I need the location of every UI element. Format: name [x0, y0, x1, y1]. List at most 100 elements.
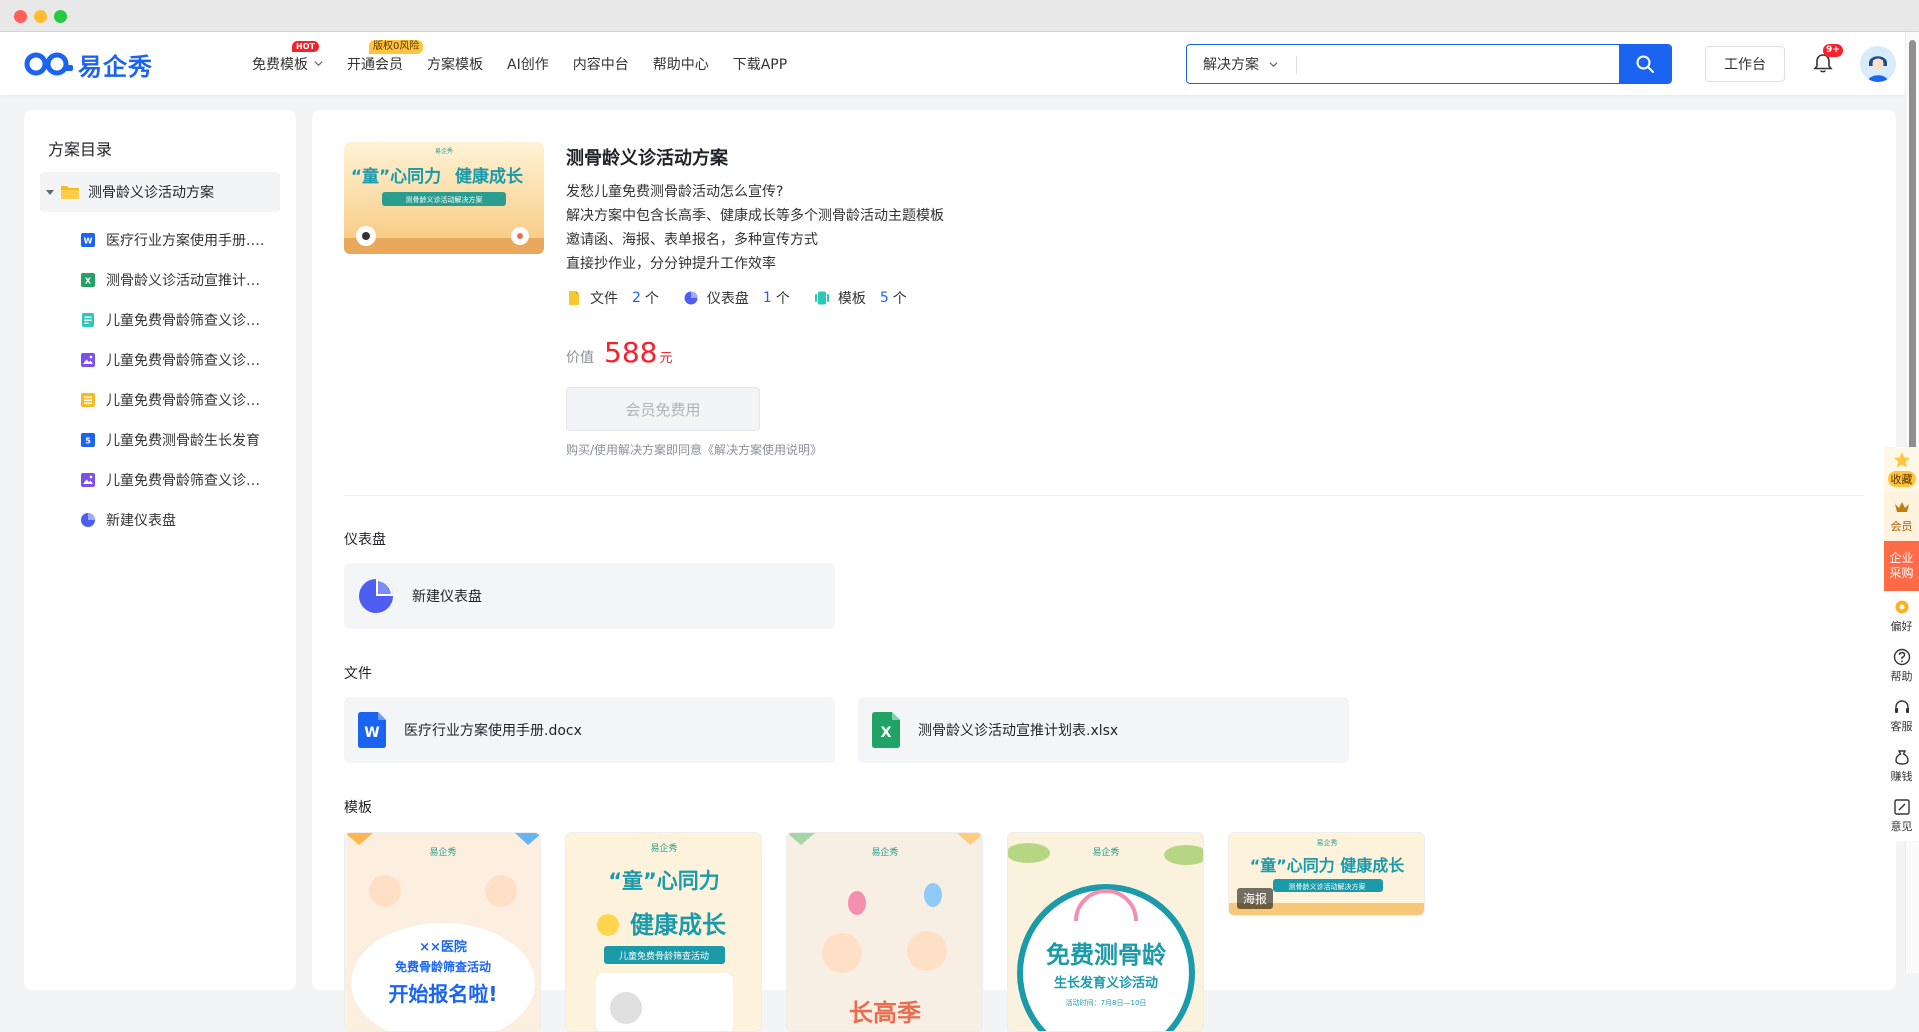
directory-item[interactable]: 儿童免费骨龄筛查义诊活动 — [80, 300, 280, 340]
solution-stats: 文件 2 个 仪表盘 1 个 模板 5 个 — [566, 288, 944, 308]
template-line2: 生长发育义诊活动 — [1054, 975, 1158, 991]
preference-icon — [1895, 600, 1908, 614]
float-label: 客服 — [1890, 720, 1913, 733]
directory-item[interactable]: 儿童免费骨龄筛查义诊活动 — [80, 340, 280, 380]
directory-title: 方案目录 — [48, 140, 113, 159]
float-feedback-button[interactable]: 意见 — [1884, 791, 1919, 841]
directory-item[interactable]: W 医疗行业方案使用手册.docx — [80, 220, 280, 260]
float-help-button[interactable]: 帮助 — [1884, 641, 1919, 691]
float-enterprise-button[interactable]: 企业 采购 — [1884, 541, 1919, 591]
star-icon — [1893, 452, 1910, 468]
file-card-label: 医疗行业方案使用手册.docx — [404, 723, 582, 739]
nav-solution-templates[interactable]: 方案模板 — [427, 54, 483, 74]
file-card[interactable]: W 医疗行业方案使用手册.docx — [344, 697, 835, 763]
directory-item[interactable]: X 测骨龄义诊活动宣推计划表.xlsx — [80, 260, 280, 300]
section-divider — [344, 495, 1864, 496]
template-line3: 儿童免费骨龄筛查活动 — [619, 950, 709, 962]
poster-icon — [81, 353, 95, 367]
file-card[interactable]: X 测骨龄义诊活动宣推计划表.xlsx — [858, 697, 1349, 763]
float-preference-button[interactable]: 偏好 — [1884, 591, 1919, 641]
float-earn-button[interactable]: 赚钱 — [1884, 741, 1919, 791]
solution-desc-line: 发愁儿童免费测骨龄活动怎么宣传? — [566, 184, 784, 200]
directory-item-label: 儿童免费测骨龄生长发育 — [106, 433, 260, 449]
main-nav: HOT 免费模板 版权0风险 开通会员 方案模板 AI创作 内容中台 帮助中心 … — [252, 32, 811, 95]
float-vip-button[interactable]: 会员 — [1884, 491, 1919, 541]
brand-name: 易企秀 — [78, 52, 153, 81]
crown-icon — [1894, 502, 1909, 512]
svg-text:5: 5 — [85, 437, 91, 446]
nav-label: 方案模板 — [427, 56, 483, 73]
directory-item[interactable]: 儿童免费骨龄筛查义诊活动 — [80, 380, 280, 420]
search-category-select[interactable]: 解决方案 — [1187, 45, 1297, 83]
brand-logo[interactable]: 易企秀 — [24, 48, 153, 81]
directory-root-folder[interactable]: 测骨龄义诊活动方案 — [40, 172, 280, 212]
files-section-title: 文件 — [344, 666, 372, 682]
nav-download-app[interactable]: 下载APP — [733, 54, 787, 74]
nav-label: AI创作 — [507, 56, 549, 73]
cover-title-a: “童”心同力 — [351, 166, 441, 187]
template-icon — [814, 291, 829, 305]
template-brand: 易企秀 — [1092, 846, 1119, 858]
nav-ai-create[interactable]: AI创作 — [507, 54, 549, 74]
float-label: 意见 — [1890, 820, 1913, 833]
template-card[interactable]: 易企秀 “童”心同力 健康成长 儿童免费骨龄筛查活动 — [565, 832, 762, 1032]
window-close-button[interactable] — [14, 10, 27, 23]
solution-cover: 易企秀 “童”心同力 健康成长 测骨龄义诊活动解决方案 — [344, 142, 544, 254]
price-label: 价值 — [566, 350, 594, 366]
template-card[interactable]: 易企秀 免费测骨龄 生长发育义诊活动 活动时间：7月8日—10日 — [1007, 832, 1204, 1032]
agreement-text[interactable]: 购买/使用解决方案即同意《解决方案使用说明》 — [566, 441, 944, 458]
template-card[interactable]: 易企秀 ××医院 免费骨龄筛查活动 开始报名啦! — [344, 832, 541, 1032]
stat-count: 5 — [879, 290, 889, 306]
copyright-badge: 版权0风险 — [369, 39, 424, 54]
nav-content-hub[interactable]: 内容中台 — [573, 54, 629, 74]
nav-label: 内容中台 — [572, 56, 629, 73]
file-card-label: 测骨龄义诊活动宣推计划表.xlsx — [918, 723, 1119, 739]
directory-list: W 医疗行业方案使用手册.docx X 测骨龄义诊活动宣推计划表.xlsx 儿童… — [80, 220, 280, 540]
price-row: 价值 588 元 — [566, 336, 944, 369]
nav-label: 下载APP — [732, 56, 788, 73]
cover-subtitle: 测骨龄义诊活动解决方案 — [406, 195, 483, 204]
member-free-use-button[interactable]: 会员免费用 — [566, 387, 760, 431]
search-icon — [1636, 55, 1654, 73]
template-card[interactable]: 易企秀 “童”心同力 健康成长 测骨龄义诊活动解决方案 海报 — [1228, 832, 1425, 916]
dashboard-icon — [81, 513, 95, 527]
solution-desc-line: 邀请函、海报、表单报名，多种宣传方式 — [566, 232, 818, 248]
workbench-button[interactable]: 工作台 — [1705, 46, 1785, 82]
template-card[interactable]: 易企秀 长高季 — [786, 832, 983, 1032]
dashboard-card[interactable]: 新建仪表盘 — [344, 563, 835, 629]
directory-item[interactable]: 新建仪表盘 — [80, 500, 280, 540]
stat-label: 模板 — [837, 291, 866, 307]
nav-open-vip[interactable]: 版权0风险 开通会员 — [347, 39, 424, 74]
svg-text:X: X — [85, 277, 92, 286]
price-value: 588 — [604, 336, 658, 369]
word-icon: W — [81, 233, 95, 247]
chevron-down-icon — [314, 61, 323, 67]
search-button[interactable] — [1619, 45, 1671, 83]
nav-free-templates[interactable]: HOT 免费模板 — [252, 40, 323, 74]
template-thumbnail: 易企秀 长高季 — [787, 833, 982, 1031]
template-thumbnail: 易企秀 免费测骨龄 生长发育义诊活动 活动时间：7月8日—10日 — [1008, 833, 1203, 1031]
cover-brand: 易企秀 — [435, 147, 453, 155]
page-scrollbar-thumb[interactable] — [1909, 40, 1916, 506]
directory-item[interactable]: 5 儿童免费测骨龄生长发育 — [80, 420, 280, 460]
solution-title: 测骨龄义诊活动方案 — [566, 148, 728, 169]
dashboard-section-title: 仪表盘 — [344, 532, 386, 548]
stat-label: 仪表盘 — [706, 291, 749, 307]
directory-item[interactable]: 儿童免费骨龄筛查义诊活动 — [80, 460, 280, 500]
search-input[interactable] — [1297, 45, 1619, 83]
avatar[interactable] — [1860, 46, 1896, 82]
float-service-button[interactable]: 客服 — [1884, 691, 1919, 741]
nav-label: 免费模板 — [252, 56, 308, 73]
cover-title-b: 健康成长 — [455, 166, 524, 187]
float-collect-button[interactable]: 收藏 — [1884, 447, 1919, 491]
nav-help-center[interactable]: 帮助中心 — [653, 54, 709, 74]
window-minimize-button[interactable] — [34, 10, 47, 23]
window-maximize-button[interactable] — [54, 10, 67, 23]
word-icon-letter: W — [364, 725, 379, 741]
caret-down-icon[interactable] — [46, 189, 54, 195]
solution-desc-line: 解决方案中包含长高季、健康成长等多个测骨龄活动主题模板 — [566, 208, 944, 224]
hot-badge: HOT — [292, 40, 319, 52]
solution-info: 测骨龄义诊活动方案 发愁儿童免费测骨龄活动怎么宣传? 解决方案中包含长高季、健康… — [566, 144, 944, 458]
dashboard-icon — [684, 291, 698, 305]
solution-directory: 方案目录 测骨龄义诊活动方案 W 医疗行业方案使用手册.docx X 测骨龄义诊… — [24, 110, 296, 990]
